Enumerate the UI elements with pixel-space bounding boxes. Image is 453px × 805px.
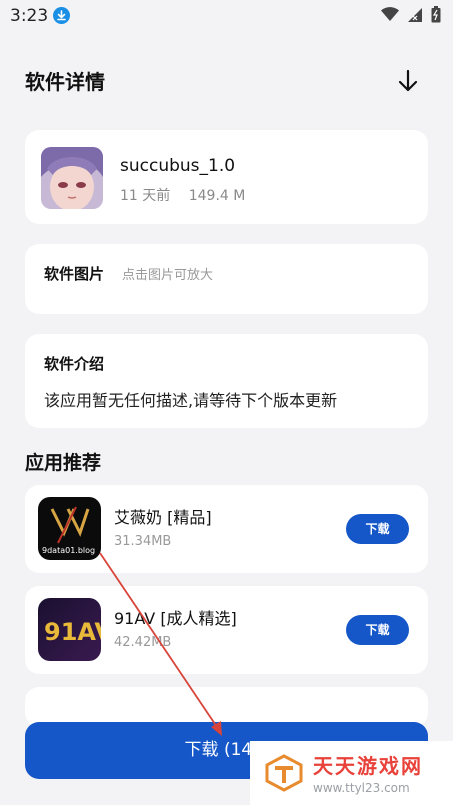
recommend-item[interactable]: 9data01.blog 艾薇奶 [精品] 31.34MB 下载	[25, 485, 428, 573]
icon-caption: 91AV	[44, 618, 101, 646]
watermark-text: 天天游戏网	[313, 754, 423, 778]
app-intro-card: 软件介绍 该应用暂无任何描述,请等待下个版本更新	[25, 334, 428, 428]
app-size: 149.4 M	[188, 188, 246, 204]
status-bar: 3:23	[0, 0, 453, 32]
app-name: succubus_1.0	[120, 156, 236, 176]
app-pictures-card[interactable]: 软件图片 点击图片可放大	[25, 244, 428, 314]
recommend-app-icon: 91AV	[38, 598, 101, 661]
watermark-url: www.ttyl23.com	[313, 781, 410, 795]
recommend-download-button[interactable]: 下载	[346, 514, 409, 544]
app-icon	[41, 147, 103, 209]
recommend-download-button[interactable]: 下载	[346, 615, 409, 645]
app-age: 11 天前	[120, 188, 171, 204]
recommend-title: 应用推荐	[25, 452, 102, 474]
wifi-icon	[381, 7, 399, 21]
battery-icon	[431, 6, 441, 23]
download-arrow-icon[interactable]	[396, 68, 420, 94]
recommend-app-icon: 9data01.blog	[38, 497, 101, 560]
intro-label: 软件介绍	[44, 355, 105, 373]
recommend-item[interactable]: 91AV 91AV [成人精选] 42.42MB 下载	[25, 586, 428, 674]
watermark: 天天游戏网 www.ttyl23.com	[250, 741, 453, 805]
recommend-name: 91AV [成人精选]	[114, 609, 237, 628]
status-time: 3:23	[10, 6, 49, 26]
status-icons	[381, 6, 441, 23]
app-meta: 11 天前 149.4 M	[120, 185, 259, 205]
signal-icon	[408, 7, 422, 22]
intro-text: 该应用暂无任何描述,请等待下个版本更新	[44, 391, 338, 410]
icon-caption: 9data01.blog	[42, 546, 95, 555]
pictures-label: 软件图片	[44, 265, 105, 283]
app-info-card: succubus_1.0 11 天前 149.4 M	[25, 130, 428, 224]
recommend-size: 31.34MB	[114, 534, 172, 549]
download-notification-icon	[53, 7, 70, 24]
pictures-hint: 点击图片可放大	[122, 268, 214, 283]
recommend-item-partial[interactable]	[25, 687, 428, 727]
page-title: 软件详情	[25, 70, 105, 94]
recommend-name: 艾薇奶 [精品]	[114, 508, 212, 527]
recommend-size: 42.42MB	[114, 635, 172, 650]
watermark-logo-icon	[265, 754, 303, 792]
